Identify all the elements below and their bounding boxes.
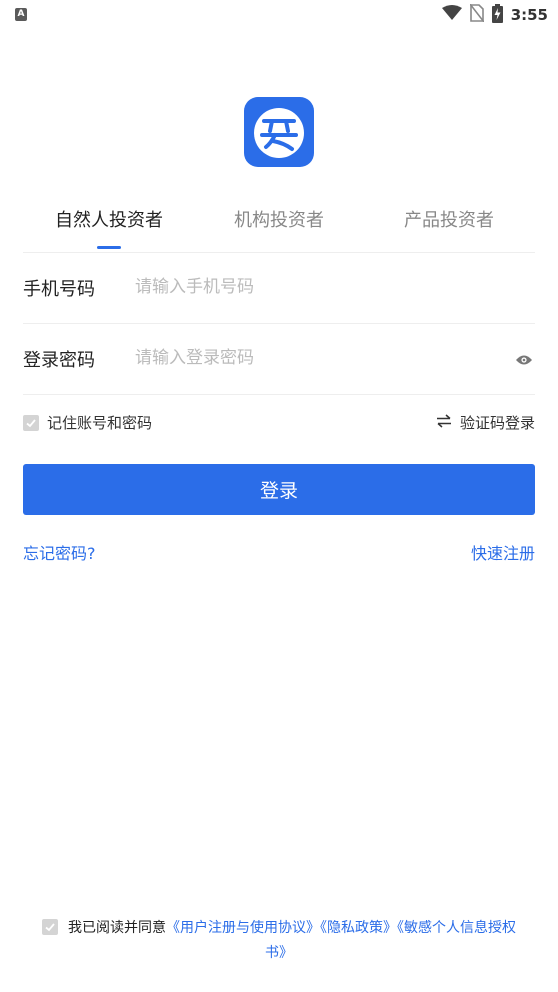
sms-login-switch[interactable]: 验证码登录: [436, 412, 535, 433]
battery-charging-icon: [491, 3, 503, 27]
tab-natural-person-investor[interactable]: 自然人投资者: [55, 206, 163, 232]
tab-institutional-investor[interactable]: 机构投资者: [234, 206, 324, 232]
tab-product-investor[interactable]: 产品投资者: [404, 206, 494, 232]
app-notification-icon: A: [15, 8, 27, 21]
user-agreement-link[interactable]: 《用户注册与使用协议》: [166, 920, 320, 936]
show-password-eye-icon[interactable]: [515, 351, 533, 370]
remember-label: 记住账号和密码: [47, 414, 153, 432]
status-bar: A 3:55: [0, 0, 558, 32]
quick-register-link[interactable]: 快速注册: [471, 540, 535, 564]
status-time: 3:55: [510, 6, 548, 24]
login-button[interactable]: 登录: [23, 464, 535, 515]
wifi-icon: [441, 5, 462, 25]
privacy-policy-link[interactable]: 《隐私政策》: [320, 920, 397, 936]
login-options: 记住账号和密码 验证码登录: [23, 408, 535, 440]
remember-credentials-toggle[interactable]: 记住账号和密码: [23, 412, 152, 433]
remember-checkbox[interactable]: [23, 414, 39, 431]
switch-arrows-icon: [436, 413, 452, 432]
check-icon: [45, 923, 55, 932]
phone-row: 手机号码: [23, 253, 535, 324]
agreement-prefix: 我已阅读并同意: [68, 920, 166, 936]
logo-glyph-icon: [254, 108, 304, 158]
password-row: 登录密码: [23, 324, 535, 395]
active-tab-indicator: [97, 246, 121, 249]
investor-type-tabs: 自然人投资者 机构投资者 产品投资者: [23, 196, 535, 253]
status-icons: 3:55: [441, 3, 548, 27]
password-label: 登录密码: [23, 350, 95, 371]
phone-input[interactable]: [135, 269, 495, 305]
password-input[interactable]: [135, 340, 495, 376]
agreement-checkbox[interactable]: [42, 919, 58, 935]
sms-login-label: 验证码登录: [459, 414, 535, 432]
app-logo: [244, 97, 314, 167]
check-icon: [26, 418, 36, 427]
agreement-section: 我已阅读并同意《用户注册与使用协议》《隐私政策》《敏感个人信息授权书》: [40, 916, 518, 966]
forgot-password-link[interactable]: 忘记密码?: [23, 540, 96, 564]
phone-label: 手机号码: [23, 279, 95, 300]
no-sim-icon: [469, 3, 485, 26]
